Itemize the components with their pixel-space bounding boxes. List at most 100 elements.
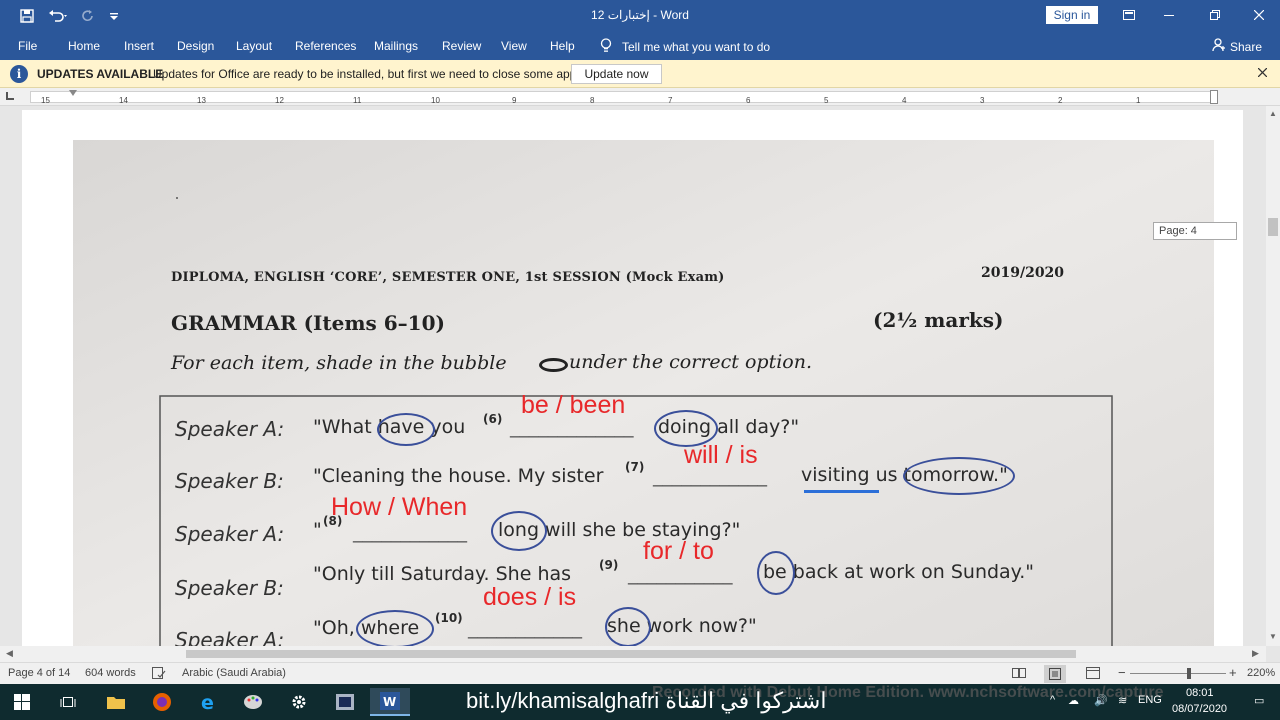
- zoom-slider-thumb[interactable]: [1187, 668, 1191, 679]
- minimize-icon[interactable]: [1146, 0, 1192, 30]
- tray-chevron-icon[interactable]: ^: [1050, 694, 1055, 706]
- cloud-icon[interactable]: ☁: [1068, 694, 1079, 707]
- word-count[interactable]: 604 words: [85, 667, 136, 679]
- tab-insert[interactable]: Insert: [124, 39, 154, 53]
- title-bar: إختبارات 12 - Word Sign in: [0, 0, 1280, 32]
- dialogue-text: be back at work on Sunday.": [763, 561, 1035, 583]
- scroll-left-icon[interactable]: ◀: [6, 648, 13, 659]
- zoom-slider[interactable]: [1130, 673, 1226, 674]
- ruler-number: 10: [431, 96, 440, 105]
- firefox-icon[interactable]: [142, 688, 182, 716]
- document-workspace: DIPLOMA, ENGLISH ‘CORE’, SEMESTER ONE, 1…: [0, 106, 1266, 646]
- speaker-label: Speaker A:: [175, 628, 285, 646]
- tab-design[interactable]: Design: [177, 39, 214, 53]
- ruler-number: 7: [668, 96, 673, 105]
- page-tooltip: Page: 4: [1153, 222, 1237, 240]
- item-number: (6): [483, 412, 503, 426]
- scroll-right-icon[interactable]: ▶: [1252, 648, 1259, 659]
- zoom-level[interactable]: 220%: [1247, 667, 1275, 679]
- channel-promo-text: bit.ly/khamisalghafri اشتركوا في القناة: [466, 688, 827, 713]
- tab-review[interactable]: Review: [442, 39, 481, 53]
- exam-year: 2019/2020: [981, 265, 1065, 281]
- tab-home[interactable]: Home: [68, 39, 100, 53]
- ruler-number: 8: [590, 96, 595, 105]
- paint-icon[interactable]: [233, 688, 273, 716]
- scanned-exam-image: DIPLOMA, ENGLISH ‘CORE’, SEMESTER ONE, 1…: [73, 140, 1214, 646]
- vertical-scrollbar[interactable]: ▲ ▼: [1266, 106, 1280, 646]
- web-layout-icon[interactable]: [1086, 667, 1100, 682]
- internet-explorer-icon[interactable]: e: [188, 688, 228, 716]
- zoom-in-icon[interactable]: +: [1229, 665, 1237, 680]
- circle-annotation: [757, 551, 795, 595]
- read-mode-icon[interactable]: [1012, 667, 1026, 682]
- dialogue-text: ": [313, 519, 322, 541]
- print-layout-icon[interactable]: [1044, 665, 1066, 683]
- ruler-number: 5: [824, 96, 829, 105]
- exam-header: DIPLOMA, ENGLISH ‘CORE’, SEMESTER ONE, 1…: [171, 270, 725, 285]
- scroll-up-icon[interactable]: ▲: [1269, 109, 1277, 118]
- tell-me-search[interactable]: Tell me what you want to do: [600, 38, 770, 56]
- input-language[interactable]: ENG: [1138, 694, 1162, 706]
- file-explorer-icon[interactable]: [96, 688, 136, 716]
- svg-text:e: e: [201, 692, 214, 712]
- ruler-number: 3: [980, 96, 985, 105]
- share-button[interactable]: Share: [1212, 38, 1262, 55]
- item-number: (9): [599, 558, 619, 572]
- svg-text:W: W: [383, 695, 396, 709]
- network-icon[interactable]: ≋: [1118, 694, 1127, 707]
- restore-icon[interactable]: [1192, 0, 1238, 30]
- message-text: Updates for Office are ready to be insta…: [153, 67, 586, 81]
- share-label: Share: [1230, 39, 1263, 54]
- word-taskbar-icon[interactable]: W: [370, 688, 410, 716]
- debut-recorder-icon[interactable]: [325, 688, 365, 716]
- ruler-number: 15: [41, 96, 50, 105]
- task-view-icon[interactable]: [48, 688, 88, 716]
- clock-time[interactable]: 08:01: [1186, 687, 1214, 699]
- sign-in-button[interactable]: Sign in: [1046, 6, 1098, 24]
- vertical-scroll-thumb[interactable]: [1268, 218, 1278, 236]
- update-message-bar: i UPDATES AVAILABLE Updates for Office a…: [0, 60, 1280, 88]
- close-icon[interactable]: [1236, 0, 1280, 30]
- answer-options: will / is: [684, 441, 758, 469]
- tab-layout[interactable]: Layout: [236, 39, 272, 53]
- speaker-label: Speaker A:: [175, 522, 285, 546]
- ruler-number: 12: [275, 96, 284, 105]
- answer-options: does / is: [483, 583, 577, 611]
- scroll-down-icon[interactable]: ▼: [1269, 632, 1277, 641]
- volume-icon[interactable]: 🔊: [1094, 694, 1108, 707]
- tab-mailings[interactable]: Mailings: [374, 39, 418, 53]
- dialogue-text: "Only till Saturday. She has: [313, 563, 572, 585]
- tab-help[interactable]: Help: [550, 39, 575, 53]
- answer-options: How / When: [331, 493, 468, 521]
- ruler-strip[interactable]: 15 14 13 12 11 10 9 8 7 6 5 4 3 2 1: [30, 91, 1216, 105]
- document-page[interactable]: DIPLOMA, ENGLISH ‘CORE’, SEMESTER ONE, 1…: [22, 110, 1243, 646]
- close-message-icon[interactable]: [1257, 65, 1268, 80]
- language-indicator[interactable]: Arabic (Saudi Arabia): [182, 667, 286, 679]
- indent-marker-left[interactable]: [69, 90, 77, 96]
- zoom-out-icon[interactable]: −: [1118, 665, 1126, 680]
- notifications-icon[interactable]: ▭: [1254, 694, 1264, 707]
- circle-annotation: [377, 413, 435, 446]
- tab-references[interactable]: References: [295, 39, 356, 53]
- indent-marker-right[interactable]: [1210, 90, 1218, 104]
- tab-selector-icon[interactable]: [6, 92, 14, 100]
- update-now-button[interactable]: Update now: [571, 64, 662, 84]
- page-count[interactable]: Page 4 of 14: [8, 667, 70, 679]
- proofing-icon[interactable]: [152, 667, 166, 682]
- ruler-number: 6: [746, 96, 751, 105]
- settings-gear-icon[interactable]: [279, 688, 319, 716]
- tab-file[interactable]: File: [18, 39, 37, 53]
- answer-options: for / to: [643, 537, 714, 565]
- ruler-number: 4: [902, 96, 907, 105]
- circle-annotation: [903, 457, 1015, 495]
- clock-date[interactable]: 08/07/2020: [1172, 703, 1227, 715]
- windows-start-icon[interactable]: [2, 688, 42, 716]
- horizontal-scroll-thumb[interactable]: [186, 650, 1076, 658]
- ruler-number: 14: [119, 96, 128, 105]
- speaker-label: Speaker B:: [175, 576, 284, 600]
- horizontal-scrollbar[interactable]: ◀ ▶: [0, 646, 1266, 662]
- section-marks: (2½ marks): [873, 308, 1004, 332]
- ruler-number: 11: [353, 96, 362, 105]
- bubble-icon: [539, 358, 568, 372]
- tab-view[interactable]: View: [501, 39, 527, 53]
